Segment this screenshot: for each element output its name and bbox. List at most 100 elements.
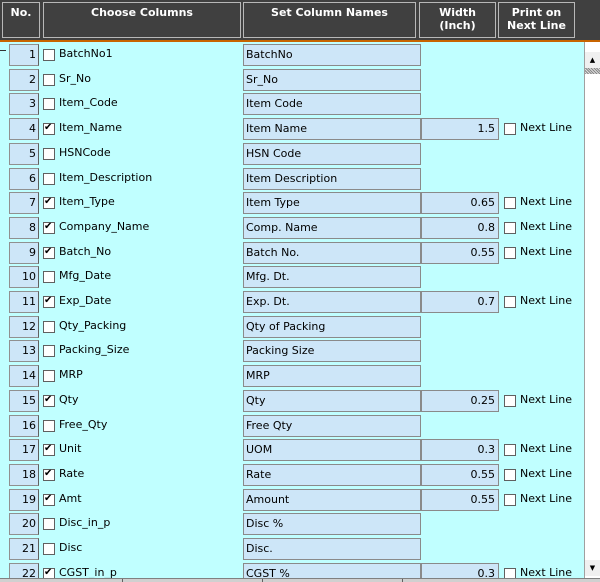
column-name-input[interactable]: BatchNo (243, 44, 421, 66)
width-input[interactable]: 0.65 (421, 192, 499, 215)
width-input[interactable]: 0.55 (421, 488, 499, 511)
column-field-label: Exp_Date (59, 294, 112, 307)
table-row: 19 Amt Amount0.55 Next Line (0, 488, 583, 513)
width-input[interactable]: 0.3 (421, 562, 499, 579)
table-row: 13 Packing_Size Packing Size (0, 339, 583, 364)
scroll-up-arrow-icon[interactable]: ▲ (585, 52, 600, 68)
next-line-label: Next Line (520, 466, 573, 480)
choose-column-checkbox[interactable] (43, 345, 55, 358)
next-line-checkbox[interactable] (504, 394, 516, 407)
choose-column-checkbox[interactable] (43, 73, 55, 86)
choose-column-checkbox[interactable] (43, 122, 55, 136)
header-choose-columns: Choose Columns (43, 2, 241, 38)
choose-column-checkbox[interactable] (43, 468, 55, 481)
column-name-input[interactable]: MRP (243, 365, 421, 388)
width-input[interactable]: 0.8 (421, 216, 499, 239)
column-name-input[interactable]: UOM (243, 439, 421, 462)
choose-column-checkbox[interactable] (43, 172, 55, 185)
column-name-input[interactable]: Packing Size (243, 340, 421, 363)
scroll-thumb[interactable] (585, 68, 600, 74)
column-name-input[interactable]: Disc % (243, 513, 421, 536)
next-line-checkbox[interactable] (504, 296, 516, 308)
table-header: No. Choose Columns Set Column Names Widt… (0, 0, 600, 40)
row-number: 1 (9, 44, 39, 66)
column-field-label: Item_Type (59, 195, 115, 209)
column-name-input[interactable]: Item Description (243, 167, 421, 190)
column-name-input[interactable]: Free Qty (243, 414, 421, 437)
choose-column-checkbox[interactable] (43, 493, 55, 506)
column-field-label: CGST_in_p (59, 565, 117, 579)
row-number: 4 (9, 118, 39, 141)
column-name-input[interactable]: Qty (243, 389, 421, 412)
next-line-label: Next Line (520, 244, 573, 258)
column-name-input[interactable]: Amount (243, 488, 421, 511)
horizontal-scrollbar[interactable] (0, 578, 600, 582)
width-input[interactable]: 0.3 (421, 439, 499, 462)
table-row: 2 Sr_No Sr_No (0, 68, 583, 93)
column-name-input[interactable]: CGST % (243, 562, 421, 579)
column-name-input[interactable]: Mfg. Dt. (243, 266, 421, 289)
table-row: 6 Item_Description Item Description (0, 167, 583, 192)
width-input[interactable]: 0.55 (421, 463, 499, 486)
choose-column-checkbox[interactable] (43, 221, 55, 234)
columns-list: 1 BatchNo1 BatchNo 2 Sr_No Sr_No 3 Item_Code Ite… (0, 42, 583, 579)
column-name-input[interactable]: Comp. Name (243, 216, 421, 239)
column-name-input[interactable]: Batch No. (243, 241, 421, 264)
next-line-label: Next Line (520, 121, 573, 135)
row-number: 11 (9, 291, 39, 313)
next-line-checkbox[interactable] (504, 221, 516, 234)
next-line-checkbox[interactable] (504, 493, 516, 506)
choose-column-checkbox[interactable] (43, 370, 55, 383)
column-name-input[interactable]: Sr_No (243, 68, 421, 91)
column-name-input[interactable]: Item Code (243, 93, 421, 116)
choose-column-checkbox[interactable] (43, 246, 55, 259)
table-row: 8 Company_Name Comp. Name0.8 Next Line (0, 216, 583, 241)
column-name-input[interactable]: Disc. (243, 538, 421, 560)
choose-column-checkbox[interactable] (43, 320, 55, 333)
table-row: 4 Item_Name Item Name1.5 Next Line (0, 117, 583, 142)
table-row: 15QtyQty0.25Next Line (0, 389, 583, 414)
row-number: 12 (9, 315, 39, 338)
scroll-down-arrow-icon[interactable]: ▼ (585, 560, 600, 576)
width-input[interactable]: 0.55 (421, 241, 499, 264)
width-input[interactable]: 0.7 (421, 291, 499, 313)
row-number: 6 (9, 167, 39, 190)
choose-column-checkbox[interactable] (43, 147, 55, 160)
column-field-label: Rate (59, 466, 85, 480)
choose-column-checkbox[interactable] (43, 443, 55, 457)
choose-column-checkbox[interactable] (43, 518, 55, 531)
column-name-input[interactable]: Qty of Packing (243, 315, 421, 338)
next-line-checkbox[interactable] (504, 197, 516, 210)
width-input[interactable]: 1.5 (421, 118, 499, 141)
choose-column-checkbox[interactable] (43, 394, 55, 407)
choose-column-checkbox[interactable] (43, 419, 55, 432)
choose-column-checkbox[interactable] (43, 543, 55, 555)
header-no: No. (2, 2, 40, 38)
choose-column-checkbox[interactable] (43, 271, 55, 284)
width-input[interactable]: 0.25 (421, 389, 499, 412)
column-field-label: Amt (59, 491, 82, 505)
next-line-checkbox[interactable] (504, 246, 516, 259)
next-line-checkbox[interactable] (504, 444, 516, 457)
table-row: 11 Exp_Date Exp. Dt.0.7 Next Line (0, 290, 583, 315)
row-number: 17 (9, 439, 39, 462)
next-line-checkbox[interactable] (504, 468, 516, 481)
column-name-input[interactable]: Rate (243, 463, 421, 486)
column-name-input[interactable]: Item Type (243, 192, 421, 215)
column-field-label: Unit (59, 442, 82, 456)
column-name-input[interactable]: Item Name (243, 118, 421, 141)
vertical-scrollbar[interactable]: ▲ ▼ (584, 42, 600, 579)
column-field-label: MRP (59, 368, 83, 382)
column-name-input[interactable]: HSN Code (243, 142, 421, 165)
next-line-checkbox[interactable] (504, 123, 516, 136)
header-width: Width (Inch) (419, 2, 496, 38)
choose-column-checkbox[interactable] (43, 98, 55, 111)
choose-column-checkbox[interactable] (43, 49, 55, 61)
table-row: 9 Batch_No Batch No.0.55 Next Line (0, 241, 583, 266)
choose-column-checkbox[interactable] (43, 196, 55, 210)
row-number: 8 (9, 216, 39, 239)
choose-column-checkbox[interactable] (43, 295, 55, 308)
column-name-input[interactable]: Exp. Dt. (243, 291, 421, 313)
table-row: 3 Item_Code Item Code (0, 92, 583, 117)
header-set-column-names: Set Column Names (243, 2, 416, 38)
